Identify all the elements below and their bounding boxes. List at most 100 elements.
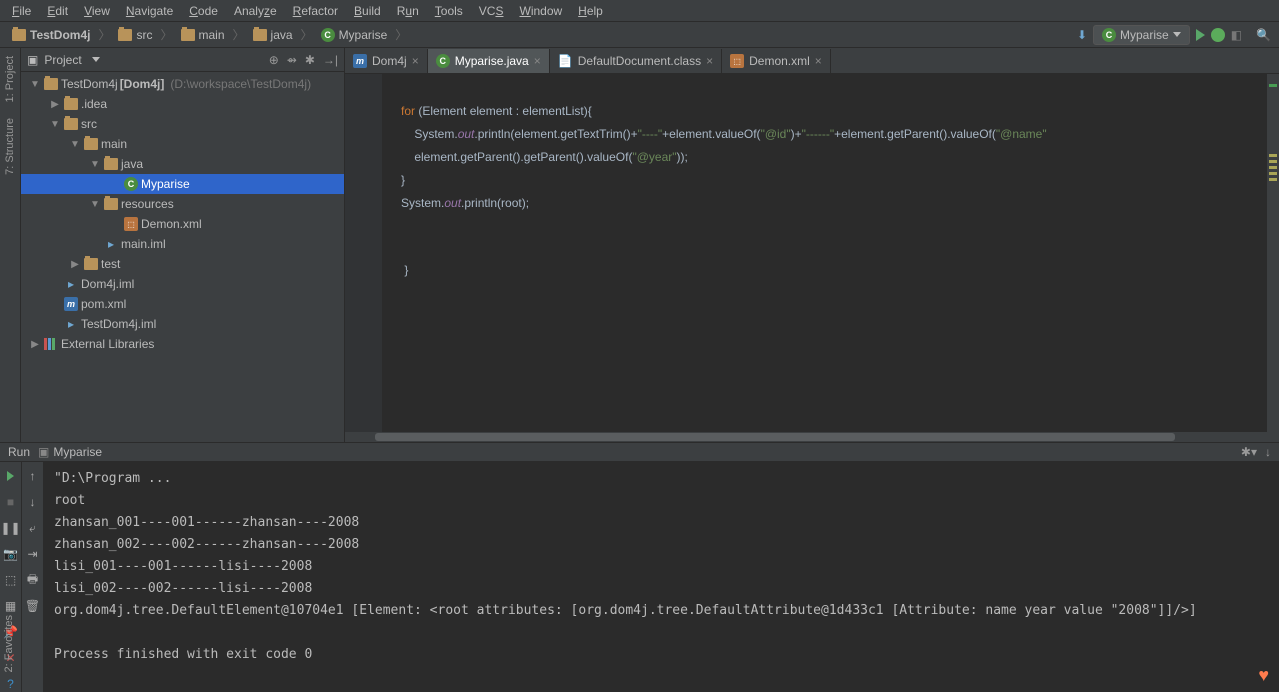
expand-arrow-icon[interactable]: ▶ xyxy=(49,99,61,110)
chevron-down-icon xyxy=(1173,32,1181,37)
breadcrumb-item[interactable]: main xyxy=(177,26,229,44)
hide-icon[interactable]: →| xyxy=(323,53,338,67)
help-button[interactable]: ? xyxy=(3,676,19,692)
horizontal-scrollbar[interactable] xyxy=(345,432,1279,442)
expand-arrow-icon[interactable]: ▼ xyxy=(89,159,101,170)
rerun-button[interactable] xyxy=(3,468,19,484)
breadcrumb-item[interactable]: java xyxy=(249,26,297,44)
menu-help[interactable]: Help xyxy=(570,2,611,20)
coverage-button[interactable]: ◧ xyxy=(1231,28,1242,42)
expand-arrow-icon[interactable]: ▼ xyxy=(89,199,101,210)
tree-row[interactable]: ▸Dom4j.iml xyxy=(21,274,344,294)
run-config-select[interactable]: CMyparise xyxy=(1093,25,1190,45)
folder-icon xyxy=(253,29,267,41)
marker-bar[interactable] xyxy=(1267,74,1279,432)
project-title[interactable]: Project xyxy=(44,53,81,67)
project-tree[interactable]: ▼TestDom4j [Dom4j](D:\workspace\TestDom4… xyxy=(21,72,344,442)
tab-label: DefaultDocument.class xyxy=(578,54,701,68)
tree-row[interactable]: ▼resources xyxy=(21,194,344,214)
clear-button[interactable]: 🗑 xyxy=(25,598,41,614)
breadcrumb-label: TestDom4j xyxy=(30,28,90,42)
editor-tab[interactable]: ⬚Demon.xml× xyxy=(722,49,831,73)
tree-label: TestDom4j xyxy=(61,77,118,91)
pause-button[interactable]: ❚❚ xyxy=(3,520,19,536)
project-tool-button[interactable]: 1: Project xyxy=(4,52,16,106)
file-icon: ▸ xyxy=(63,317,79,331)
editor-tab[interactable]: 📄DefaultDocument.class× xyxy=(550,49,722,73)
stop-button[interactable]: ■ xyxy=(3,494,19,510)
expand-arrow-icon[interactable]: ▼ xyxy=(29,79,41,90)
menu-view[interactable]: View xyxy=(76,2,118,20)
folder-icon xyxy=(63,98,79,110)
tree-row[interactable]: ▼TestDom4j [Dom4j](D:\workspace\TestDom4… xyxy=(21,74,344,94)
debug-button[interactable] xyxy=(1211,28,1225,42)
settings-icon[interactable]: ✱▾ xyxy=(1241,445,1257,459)
tree-row[interactable]: ▶test xyxy=(21,254,344,274)
dump-button[interactable]: 📷 xyxy=(3,546,19,562)
tree-row[interactable]: ▶.idea xyxy=(21,94,344,114)
tree-row[interactable]: ▼java xyxy=(21,154,344,174)
file-icon: ▸ xyxy=(63,277,79,291)
down-button[interactable]: ↓ xyxy=(25,494,41,510)
menu-vcs[interactable]: VCS xyxy=(471,2,512,20)
code-editor[interactable]: for (Element element : elementList){ Sys… xyxy=(345,74,1279,432)
menu-build[interactable]: Build xyxy=(346,2,389,20)
print-button[interactable]: 🖶 xyxy=(25,572,41,588)
menu-run[interactable]: Run xyxy=(389,2,427,20)
close-tab-icon[interactable]: × xyxy=(534,54,541,68)
chevron-down-icon[interactable] xyxy=(92,57,100,62)
tree-label: Dom4j.iml xyxy=(81,277,134,291)
folder-icon xyxy=(118,29,132,41)
expand-arrow-icon[interactable]: ▼ xyxy=(49,119,61,130)
pin-icon[interactable]: ↓ xyxy=(1265,445,1271,459)
menu-edit[interactable]: Edit xyxy=(39,2,76,20)
expand-arrow-icon[interactable]: ▶ xyxy=(69,259,81,270)
menu-navigate[interactable]: Navigate xyxy=(118,2,181,20)
wrap-button[interactable]: ⤶ xyxy=(25,520,41,536)
class-icon: C xyxy=(123,177,139,191)
breadcrumb-item[interactable]: CMyparise xyxy=(317,26,392,44)
folder-icon xyxy=(83,258,99,270)
menu-file[interactable]: FFileile xyxy=(4,2,39,20)
menu-code[interactable]: Code xyxy=(181,2,226,20)
run-button[interactable] xyxy=(1196,29,1205,41)
class-icon: C xyxy=(1102,28,1116,42)
notification-heart-icon[interactable]: ♥ xyxy=(1258,665,1269,686)
favorites-tool-button[interactable]: 2: Favorites xyxy=(3,615,15,672)
menu-refactor[interactable]: Refactor xyxy=(285,2,346,20)
console-output[interactable]: "D:\Program ... root zhansan_001----001-… xyxy=(44,462,1279,692)
collapse-all-icon[interactable]: ⇴ xyxy=(287,53,297,67)
tree-row[interactable]: ▶External Libraries xyxy=(21,334,344,354)
editor-tab[interactable]: mDom4j× xyxy=(345,49,428,73)
menu-window[interactable]: Window xyxy=(511,2,570,20)
tree-row[interactable]: ▼main xyxy=(21,134,344,154)
scroll-end-button[interactable]: ⇥ xyxy=(25,546,41,562)
menu-tools[interactable]: Tools xyxy=(427,2,471,20)
tree-label: TestDom4j.iml xyxy=(81,317,156,331)
scroll-from-source-icon[interactable]: ⊕ xyxy=(269,53,279,67)
search-icon[interactable]: 🔍 xyxy=(1256,28,1271,42)
expand-arrow-icon[interactable]: ▶ xyxy=(29,339,41,350)
settings-icon[interactable]: ✱ xyxy=(305,53,315,67)
structure-tool-button[interactable]: 7: Structure xyxy=(4,114,16,179)
make-icon[interactable]: ⬇ xyxy=(1077,28,1087,42)
run-tab-label[interactable]: Run xyxy=(8,445,30,459)
breadcrumb-item[interactable]: TestDom4j xyxy=(8,26,94,44)
exit-button[interactable]: ⬚ xyxy=(3,572,19,588)
breadcrumb-item[interactable]: src xyxy=(114,26,156,44)
up-button[interactable]: ↑ xyxy=(25,468,41,484)
tree-row[interactable]: ▸main.iml xyxy=(21,234,344,254)
menu-analyze[interactable]: Analyze xyxy=(226,2,285,20)
close-tab-icon[interactable]: × xyxy=(815,54,822,68)
tree-row[interactable]: ▸TestDom4j.iml xyxy=(21,314,344,334)
tree-row[interactable]: mpom.xml xyxy=(21,294,344,314)
breadcrumb-label: src xyxy=(136,28,152,42)
close-tab-icon[interactable]: × xyxy=(412,54,419,68)
layout-button[interactable]: ▦ xyxy=(3,598,19,614)
tree-row[interactable]: CMyparise xyxy=(21,174,344,194)
tree-row[interactable]: ⬚Demon.xml xyxy=(21,214,344,234)
close-tab-icon[interactable]: × xyxy=(706,54,713,68)
editor-tab[interactable]: CMyparise.java× xyxy=(428,49,550,73)
expand-arrow-icon[interactable]: ▼ xyxy=(69,139,81,150)
tree-row[interactable]: ▼src xyxy=(21,114,344,134)
